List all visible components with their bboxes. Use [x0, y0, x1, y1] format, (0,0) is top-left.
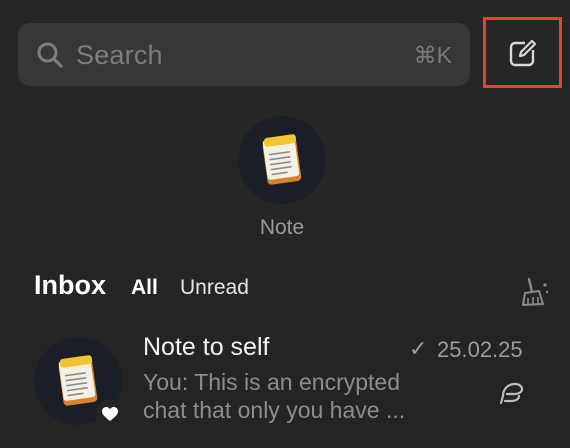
- draft-icon: [499, 382, 524, 405]
- tab-all[interactable]: All: [131, 276, 158, 300]
- story-label: Note: [259, 216, 305, 239]
- compose-button[interactable]: [483, 17, 562, 88]
- search-input[interactable]: Search: [76, 40, 163, 71]
- chat-row[interactable]: Note to self ✓ 25.02.25 You: This is an …: [0, 330, 570, 448]
- story-avatar: [238, 116, 326, 204]
- chat-preview-line: chat that only you have ...: [143, 397, 406, 423]
- notepad-icon: [58, 355, 98, 406]
- chat-preview: You: This is an encrypted chat that only…: [143, 368, 473, 424]
- inbox-title: Inbox: [34, 270, 106, 300]
- favorite-badge: [96, 400, 124, 428]
- search-bar[interactable]: Search ⌘K: [18, 23, 470, 86]
- story-note[interactable]: Note: [238, 116, 326, 239]
- broom-icon[interactable]: [519, 276, 551, 308]
- notepad-icon: [262, 134, 302, 185]
- compose-icon: [509, 37, 537, 66]
- chat-date: 25.02.25: [437, 337, 523, 362]
- read-status-icon: ✓: [409, 336, 428, 361]
- chat-preview-line: You: This is an encrypted: [143, 369, 400, 395]
- chat-name: Note to self: [143, 333, 270, 361]
- search-icon: [37, 42, 63, 68]
- tab-unread[interactable]: Unread: [180, 276, 249, 300]
- search-shortcut-hint: ⌘K: [413, 42, 452, 68]
- heart-icon: [102, 407, 118, 421]
